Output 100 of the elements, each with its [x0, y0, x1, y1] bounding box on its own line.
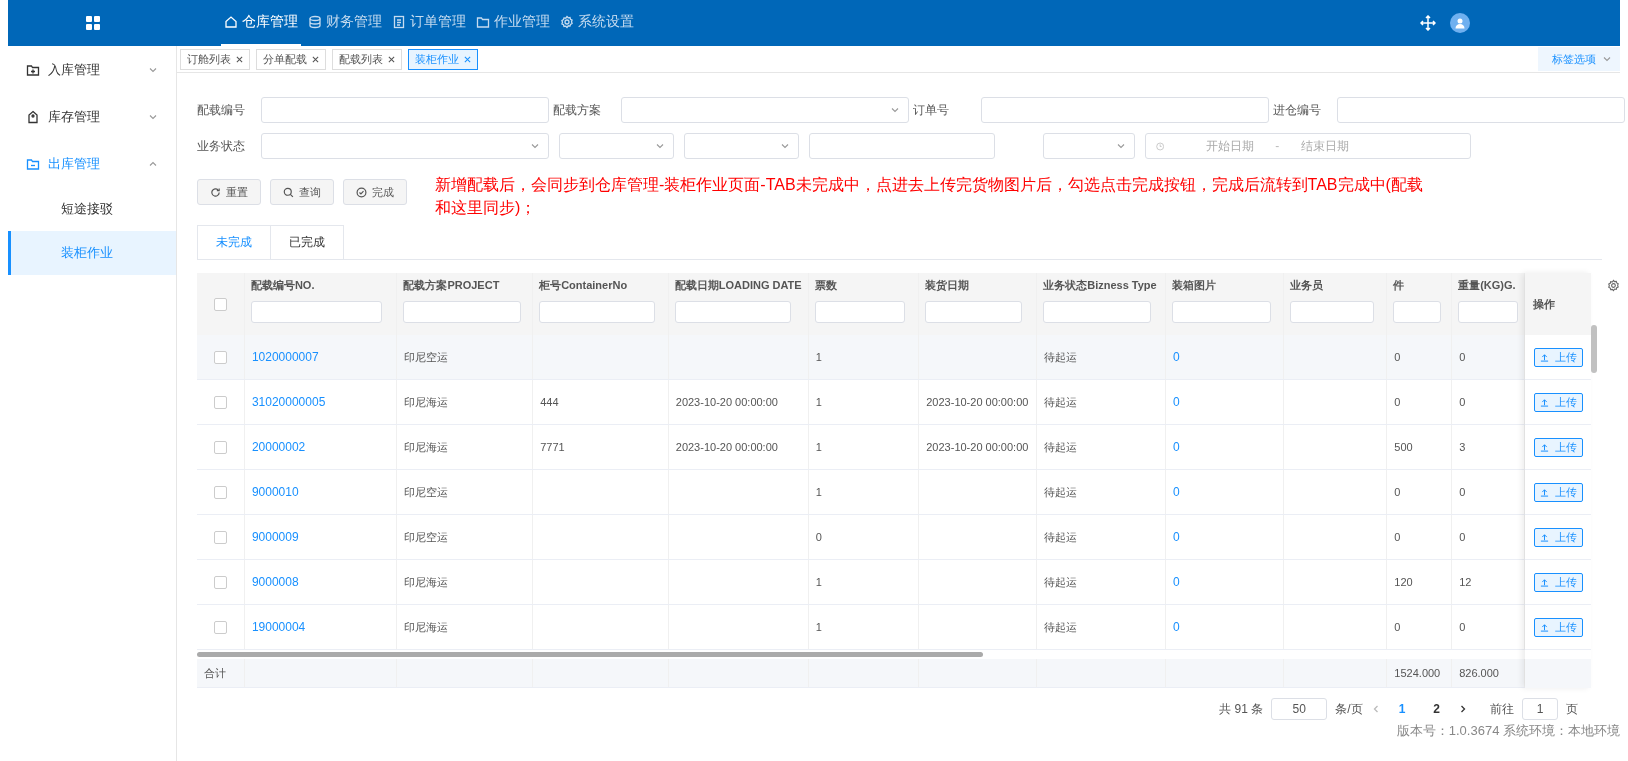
input-field[interactable] — [261, 97, 549, 123]
table-cell: 0 — [1459, 621, 1466, 633]
column-filter-field[interactable] — [403, 301, 522, 323]
record-link[interactable]: 20000002 — [251, 440, 306, 454]
grid-icon[interactable] — [86, 16, 100, 30]
goto-page-field[interactable]: 1 — [1522, 698, 1558, 720]
upload-button[interactable]: 上传 — [1534, 347, 1584, 367]
close-icon[interactable] — [388, 55, 395, 63]
date-range-field[interactable]: 开始日期 - 结束日期 — [1145, 133, 1471, 159]
column-filter-field[interactable] — [674, 301, 791, 323]
record-link[interactable]: 31020000005 — [251, 395, 326, 409]
chevron-icon — [530, 141, 540, 151]
upload-button[interactable]: 上传 — [1534, 437, 1584, 457]
page-size-field[interactable]: 50 — [1271, 698, 1328, 720]
input-field[interactable] — [1337, 97, 1625, 123]
annotation-note: 新增配载后，会同步到仓库管理-装柜作业页面-TAB未完成中，点进去上传完货物图片后，勾选点击完成按钮，完成后流转到TAB完成中(配载和这里同步)； — [435, 175, 1424, 218]
action-button[interactable]: 查询 — [270, 179, 334, 205]
close-icon[interactable] — [236, 55, 243, 63]
column-filter-field[interactable] — [250, 301, 382, 323]
checkbox[interactable] — [213, 620, 227, 634]
column-header: 柜号ContainerNo — [539, 279, 628, 291]
select-field[interactable] — [684, 133, 799, 159]
page-tab[interactable]: 装柜作业 — [408, 48, 478, 70]
select-field[interactable] — [559, 133, 674, 159]
column-filter-field[interactable] — [814, 301, 905, 323]
record-link[interactable]: 9000008 — [251, 575, 299, 589]
sidebar-subitem[interactable]: 装柜作业 — [8, 231, 176, 275]
record-link[interactable]: 1020000007 — [251, 350, 319, 364]
goto-label: 前往 — [1490, 700, 1514, 718]
checkbox[interactable] — [213, 485, 227, 499]
scrollbar-thumb[interactable] — [197, 652, 983, 657]
sidebar-item[interactable]: 入库管理 — [8, 46, 176, 93]
action-button[interactable]: 完成 — [343, 179, 407, 205]
nav-tab[interactable]: 仓库管理 — [221, 0, 301, 46]
column-filter-field[interactable] — [1043, 301, 1152, 323]
photo-count-link[interactable]: 0 — [1173, 575, 1180, 589]
page-tab[interactable]: 分单配载 — [256, 48, 326, 70]
status-tab[interactable]: 已完成 — [270, 225, 344, 259]
table-cell: 0 — [1394, 396, 1401, 408]
page-number[interactable]: 2 — [1423, 702, 1450, 716]
checkbox[interactable] — [213, 440, 227, 454]
nav-tab[interactable]: 作业管理 — [473, 0, 553, 46]
column-filter-field[interactable] — [1172, 301, 1272, 323]
nav-tab[interactable]: 系统设置 — [557, 0, 637, 46]
input-field[interactable] — [981, 97, 1269, 123]
photo-count-link[interactable]: 0 — [1173, 620, 1180, 634]
total-count: 共 91 条 — [1219, 700, 1264, 718]
settings-icon[interactable] — [1607, 279, 1620, 292]
column-header: 配载编号NO. — [250, 279, 315, 291]
page-tab[interactable]: 配载列表 — [332, 48, 402, 70]
photo-count-link[interactable]: 0 — [1173, 395, 1180, 409]
column-filter-field[interactable] — [1458, 301, 1519, 323]
upload-button[interactable]: 上传 — [1534, 392, 1584, 412]
table-cell: 待起运 — [1044, 575, 1078, 588]
checkbox[interactable] — [213, 530, 227, 544]
page-number[interactable]: 1 — [1388, 702, 1416, 716]
select-field[interactable] — [261, 133, 549, 159]
column-filter-field[interactable] — [925, 301, 1023, 323]
close-icon[interactable] — [464, 55, 471, 63]
sidebar-item[interactable]: 库存管理 — [8, 93, 176, 140]
select-field[interactable] — [1043, 133, 1135, 159]
column-filter-field[interactable] — [1393, 301, 1442, 323]
upload-button[interactable]: 上传 — [1534, 572, 1584, 592]
upload-button[interactable]: 上传 — [1534, 527, 1584, 547]
nav-tab[interactable]: 订单管理 — [389, 0, 469, 46]
table-cell: 12 — [1459, 576, 1472, 588]
photo-count-link[interactable]: 0 — [1173, 485, 1180, 499]
status-tab[interactable]: 未完成 — [197, 225, 271, 259]
photo-count-link[interactable]: 0 — [1173, 350, 1180, 364]
action-button[interactable]: 重置 — [197, 179, 261, 205]
close-icon[interactable] — [312, 55, 319, 63]
scrollbar-thumb[interactable] — [1591, 325, 1598, 373]
upload-button[interactable]: 上传 — [1534, 617, 1584, 637]
record-link[interactable]: 9000009 — [251, 530, 299, 544]
photo-count-link[interactable]: 0 — [1173, 440, 1180, 454]
input-field[interactable] — [809, 133, 995, 159]
photo-count-link[interactable]: 0 — [1173, 530, 1180, 544]
table-cell: 0 — [815, 531, 822, 543]
record-link[interactable]: 19000004 — [251, 620, 306, 634]
sidebar-subitem[interactable]: 短途接驳 — [8, 187, 176, 231]
upload-button[interactable]: 上传 — [1534, 482, 1584, 502]
select-field[interactable] — [621, 97, 909, 123]
column-header: 配载日期LOADING DATE — [674, 279, 802, 291]
page-tab[interactable]: 订舱列表 — [180, 48, 250, 70]
column-filter-field[interactable] — [539, 301, 656, 323]
checkbox[interactable] — [213, 395, 227, 409]
chevron-right-icon[interactable] — [1458, 704, 1468, 714]
checkbox[interactable] — [213, 575, 227, 589]
avatar-icon[interactable] — [1450, 13, 1470, 33]
checkbox[interactable] — [213, 350, 227, 364]
checkbox[interactable] — [213, 297, 227, 311]
nav-tab[interactable]: 财务管理 — [305, 0, 385, 46]
move-arrows-icon[interactable] — [1420, 15, 1436, 31]
table-cell: 2023-10-20 00:00:00 — [675, 441, 778, 453]
tab-options-button[interactable]: 标签选项 — [1538, 47, 1620, 71]
table-cell: 826.000 — [1459, 667, 1499, 679]
column-filter-field[interactable] — [1289, 301, 1374, 323]
sidebar-item[interactable]: 出库管理 — [8, 140, 176, 187]
table-cell: 1524.000 — [1394, 667, 1441, 679]
record-link[interactable]: 9000010 — [251, 485, 299, 499]
